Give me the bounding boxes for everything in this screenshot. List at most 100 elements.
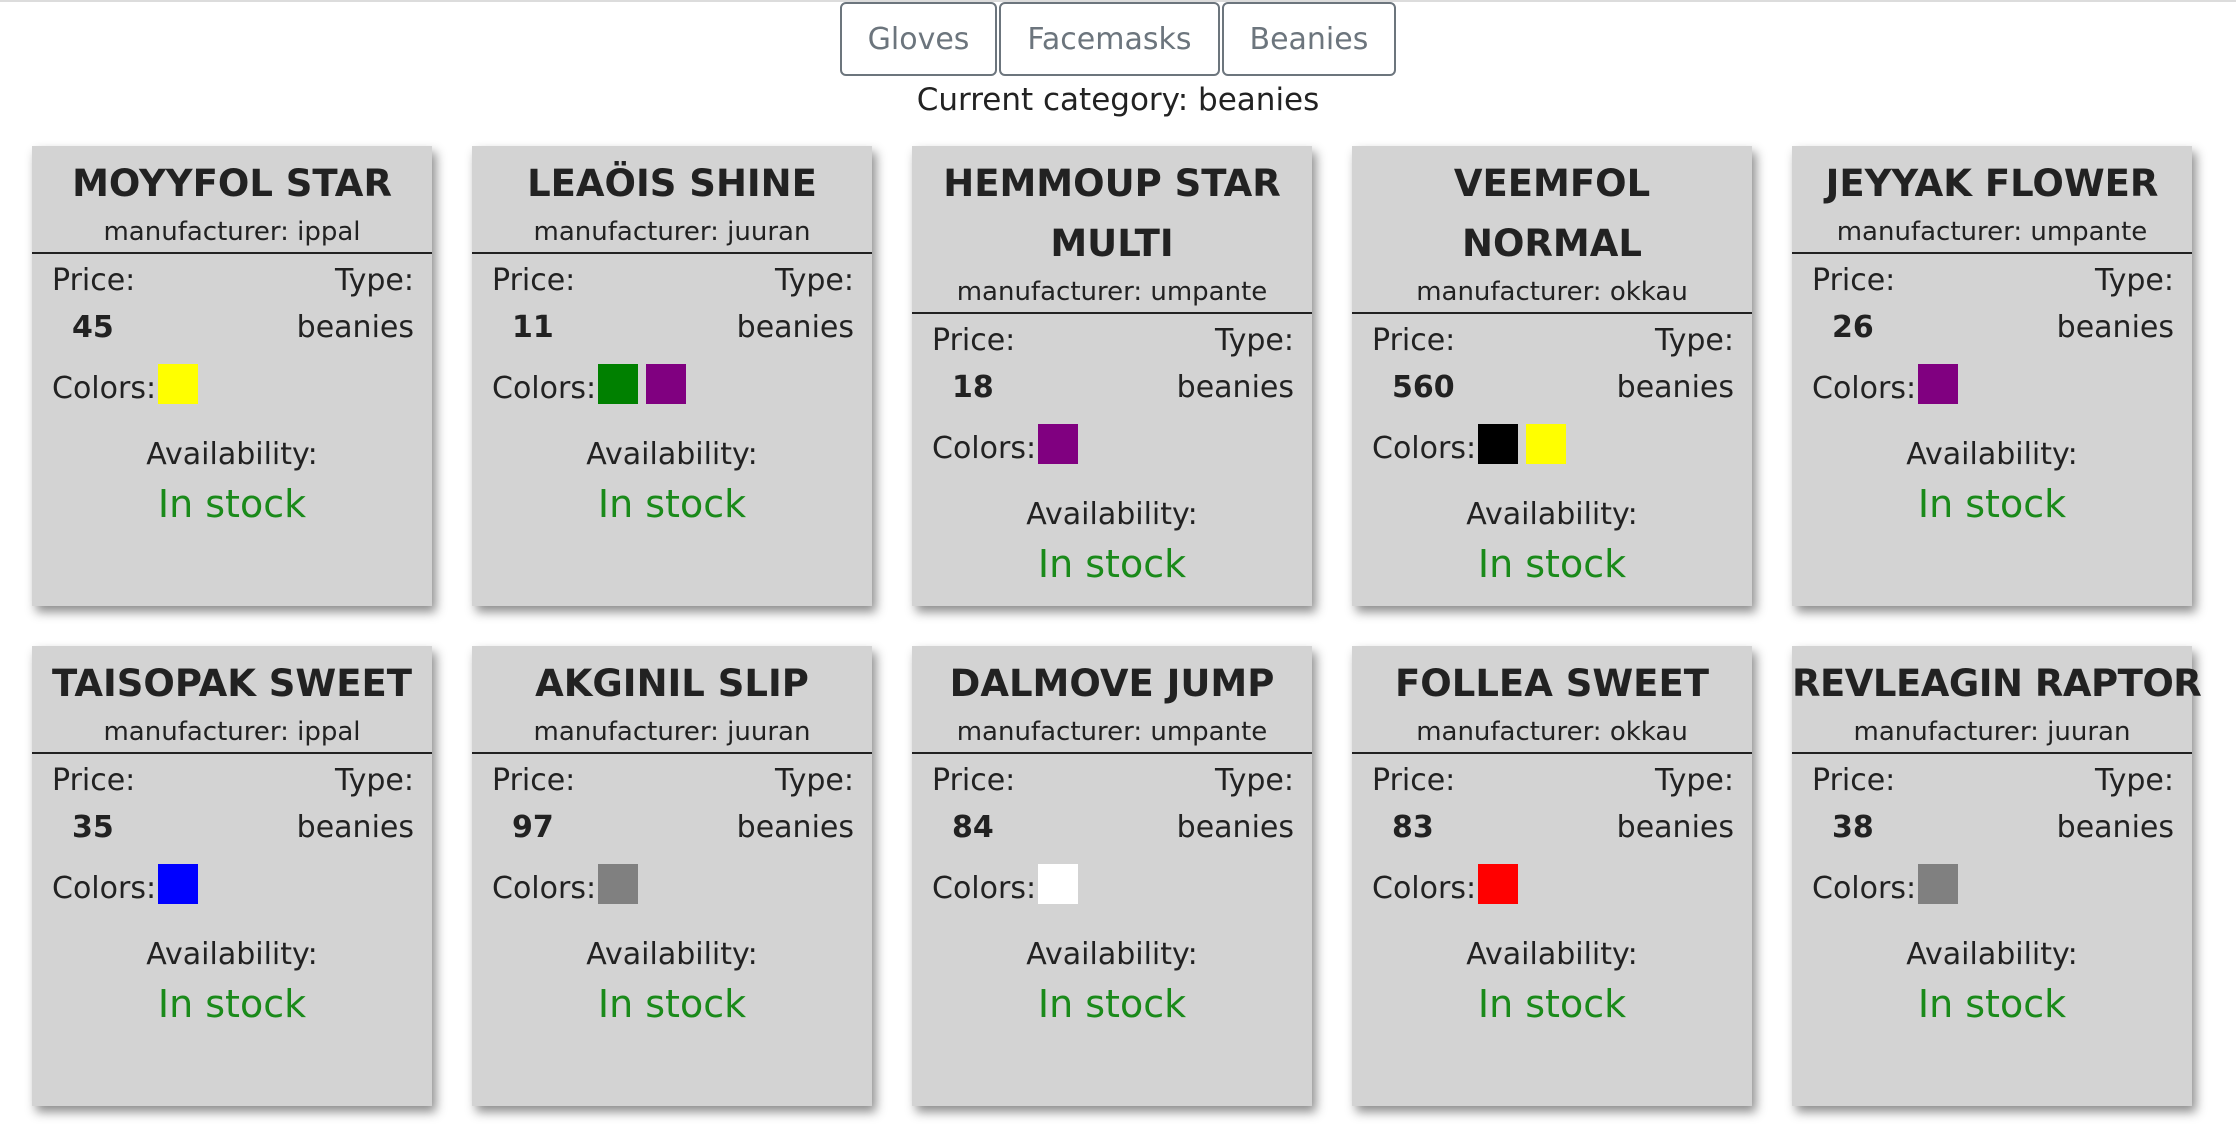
price-column: Price: 11 bbox=[492, 260, 575, 354]
product-manufacturer: manufacturer: okkau bbox=[1416, 277, 1688, 307]
product-manufacturer: manufacturer: juuran bbox=[533, 217, 811, 247]
price-value: 84 bbox=[952, 810, 994, 845]
card-header: REVLEAGIN RAPTOR manufacturer: juuran bbox=[1792, 646, 2202, 754]
gloves-button[interactable]: Gloves bbox=[839, 2, 998, 76]
price-value: 18 bbox=[952, 370, 994, 405]
card-details: Price: 97 Type: beanies bbox=[472, 754, 872, 854]
price-label: Price: bbox=[932, 763, 1016, 798]
colors-row: Colors: bbox=[32, 354, 432, 412]
price-value: 35 bbox=[72, 810, 114, 845]
card-header: LEAÖIS SHINE manufacturer: juuran bbox=[472, 146, 872, 254]
price-column: Price: 97 bbox=[492, 760, 575, 854]
price-label: Price: bbox=[52, 763, 136, 798]
availability-value: In stock bbox=[1037, 982, 1187, 1026]
card-details: Price: 11 Type: beanies bbox=[472, 254, 872, 354]
price-value: 83 bbox=[1392, 810, 1434, 845]
availability-label: Availability: bbox=[1906, 437, 2078, 472]
color-swatch bbox=[1038, 424, 1079, 464]
color-swatch bbox=[1478, 864, 1519, 904]
product-card: TAISOPAK SWEET manufacturer: ippal Price… bbox=[32, 646, 432, 1106]
product-name: REVLEAGIN RAPTOR bbox=[1792, 662, 2202, 705]
price-column: Price: 38 bbox=[1812, 760, 1895, 854]
availability-label: Availability: bbox=[1466, 937, 1638, 972]
type-value: beanies bbox=[1616, 810, 1734, 845]
color-swatch bbox=[158, 864, 199, 904]
price-label: Price: bbox=[1812, 263, 1896, 298]
type-value: beanies bbox=[736, 810, 854, 845]
colors-label: Colors: bbox=[492, 370, 597, 406]
product-card: HEMMOUP STAR MULTI manufacturer: umpante… bbox=[912, 146, 1312, 606]
product-name: TAISOPAK SWEET bbox=[51, 662, 413, 705]
product-card: FOLLEA SWEET manufacturer: okkau Price: … bbox=[1352, 646, 1752, 1106]
beanies-button[interactable]: Beanies bbox=[1221, 2, 1397, 76]
color-swatch bbox=[1038, 864, 1079, 904]
type-label: Type: bbox=[774, 763, 854, 798]
product-manufacturer: manufacturer: umpante bbox=[956, 717, 1268, 747]
color-swatch bbox=[1918, 864, 1959, 904]
price-value: 38 bbox=[1832, 810, 1874, 845]
availability-label: Availability: bbox=[146, 437, 318, 472]
price-label: Price: bbox=[492, 763, 576, 798]
colors-label: Colors: bbox=[932, 430, 1037, 466]
type-column: Type: beanies bbox=[297, 260, 414, 354]
card-header: VEEMFOL NORMAL manufacturer: okkau bbox=[1352, 146, 1752, 314]
product-card: AKGINIL SLIP manufacturer: juuran Price:… bbox=[472, 646, 872, 1106]
type-column: Type: beanies bbox=[1617, 760, 1734, 854]
product-name: MOYYFOL STAR bbox=[72, 162, 392, 205]
type-column: Type: beanies bbox=[737, 760, 854, 854]
color-swatch bbox=[598, 364, 639, 404]
type-value: beanies bbox=[2056, 810, 2174, 845]
card-header: AKGINIL SLIP manufacturer: juuran bbox=[472, 646, 872, 754]
product-manufacturer: manufacturer: okkau bbox=[1416, 717, 1688, 747]
product-card: VEEMFOL NORMAL manufacturer: okkau Price… bbox=[1352, 146, 1752, 606]
product-name: DALMOVE JUMP bbox=[949, 662, 1275, 705]
price-column: Price: 83 bbox=[1372, 760, 1455, 854]
card-details: Price: 35 Type: beanies bbox=[32, 754, 432, 854]
colors-row: Colors: bbox=[472, 354, 872, 412]
type-column: Type: beanies bbox=[297, 760, 414, 854]
colors-row: Colors: bbox=[912, 414, 1312, 472]
type-value: beanies bbox=[1176, 810, 1294, 845]
colors-row: Colors: bbox=[912, 854, 1312, 912]
product-name: VEEMFOL NORMAL bbox=[1453, 162, 1651, 265]
card-details: Price: 83 Type: beanies bbox=[1352, 754, 1752, 854]
price-label: Price: bbox=[52, 263, 136, 298]
availability-value: In stock bbox=[157, 982, 307, 1026]
colors-label: Colors: bbox=[52, 370, 157, 406]
product-manufacturer: manufacturer: ippal bbox=[103, 717, 361, 747]
colors-label: Colors: bbox=[1812, 370, 1917, 406]
price-value: 26 bbox=[1832, 310, 1874, 345]
card-header: DALMOVE JUMP manufacturer: umpante bbox=[912, 646, 1312, 754]
type-column: Type: beanies bbox=[1177, 760, 1294, 854]
product-card: DALMOVE JUMP manufacturer: umpante Price… bbox=[912, 646, 1312, 1106]
colors-row: Colors: bbox=[1352, 854, 1752, 912]
price-value: 560 bbox=[1392, 370, 1455, 405]
product-card: JEYYAK FLOWER manufacturer: umpante Pric… bbox=[1792, 146, 2192, 606]
price-value: 97 bbox=[512, 810, 554, 845]
price-value: 11 bbox=[512, 310, 554, 345]
price-label: Price: bbox=[1372, 323, 1456, 358]
color-swatches bbox=[156, 364, 206, 412]
product-card: REVLEAGIN RAPTOR manufacturer: juuran Pr… bbox=[1792, 646, 2202, 1106]
color-swatches bbox=[596, 364, 694, 412]
product-card: LEAÖIS SHINE manufacturer: juuran Price:… bbox=[472, 146, 872, 606]
price-column: Price: 18 bbox=[932, 320, 1015, 414]
type-value: beanies bbox=[1176, 370, 1294, 405]
type-value: beanies bbox=[1616, 370, 1734, 405]
price-value: 45 bbox=[72, 310, 114, 345]
price-column: Price: 45 bbox=[52, 260, 135, 354]
type-column: Type: beanies bbox=[737, 260, 854, 354]
colors-label: Colors: bbox=[1372, 430, 1477, 466]
facemasks-button[interactable]: Facemasks bbox=[999, 2, 1220, 76]
price-label: Price: bbox=[492, 263, 576, 298]
colors-label: Colors: bbox=[492, 870, 597, 906]
card-details: Price: 45 Type: beanies bbox=[32, 254, 432, 354]
color-swatch bbox=[598, 864, 639, 904]
availability-value: In stock bbox=[1477, 542, 1627, 586]
price-column: Price: 560 bbox=[1372, 320, 1455, 414]
availability-value: In stock bbox=[597, 482, 747, 526]
price-column: Price: 35 bbox=[52, 760, 135, 854]
product-manufacturer: manufacturer: juuran bbox=[533, 717, 811, 747]
color-swatch bbox=[646, 364, 687, 404]
card-details: Price: 26 Type: beanies bbox=[1792, 254, 2192, 354]
